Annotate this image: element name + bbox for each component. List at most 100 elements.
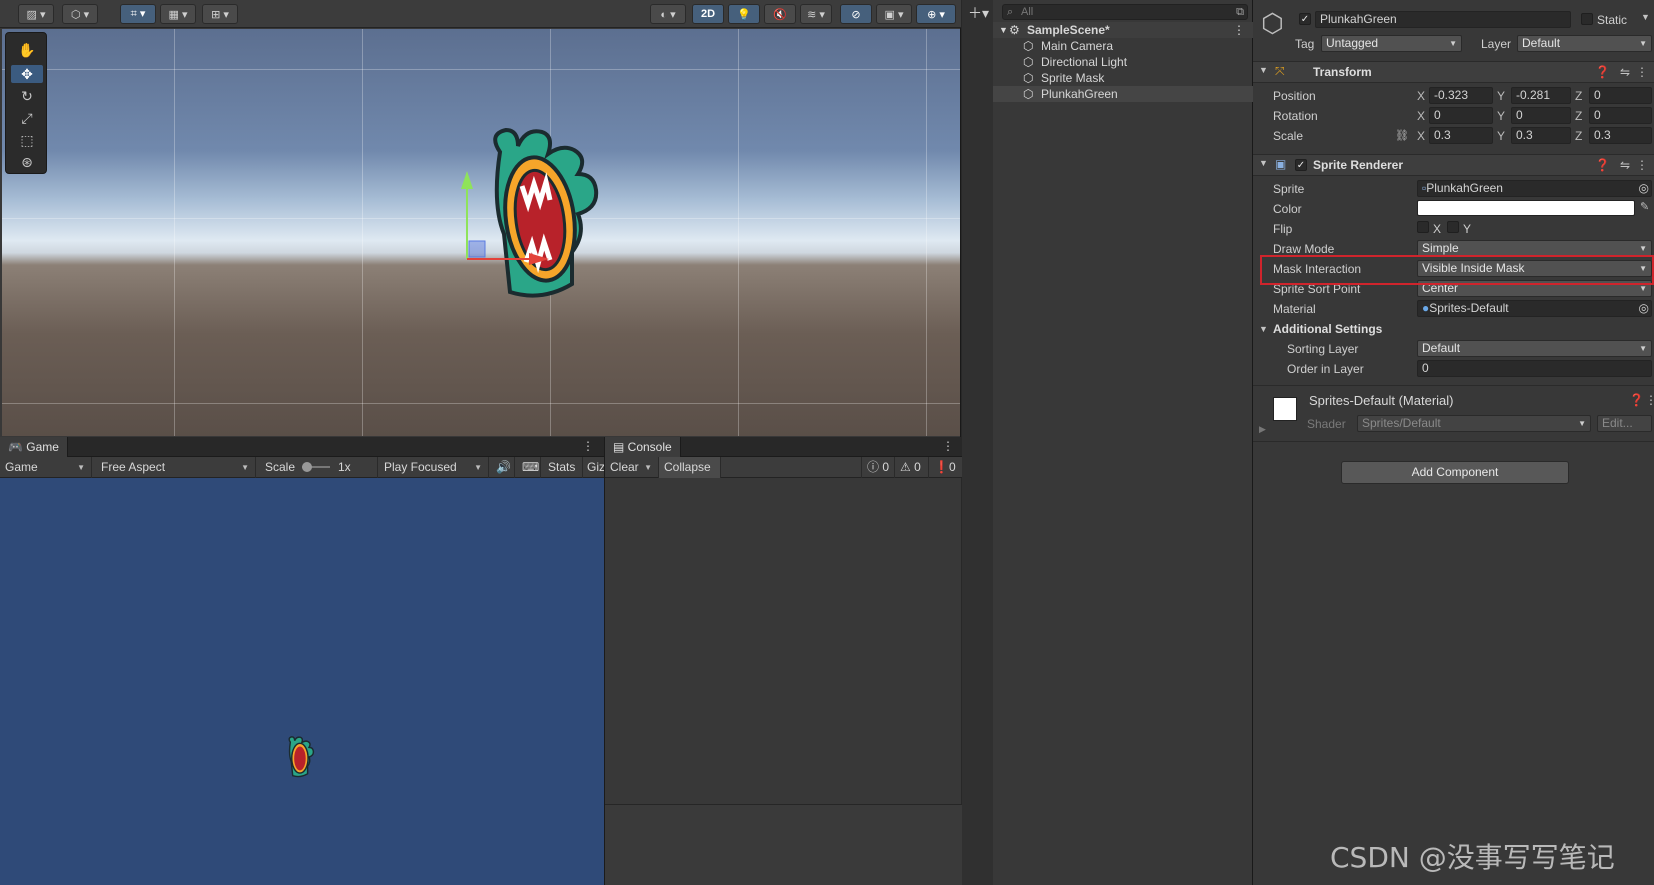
aspect-label: Free Aspect (101, 460, 166, 474)
edit-shader-button[interactable]: Edit... (1597, 415, 1652, 432)
effects-toggle-icon[interactable]: ≋ ▾ (800, 4, 832, 24)
panel-menu-icon[interactable]: ⋮ (582, 439, 594, 453)
camera-settings-icon[interactable]: ▣ ▾ (876, 4, 912, 24)
transform-tool-icon[interactable]: ⊛ (11, 153, 43, 171)
hierarchy-item-directional-light[interactable]: ⬡ Directional Light (993, 54, 1253, 70)
sprite-renderer-header[interactable]: ▼ ▣ ✓ Sprite Renderer ❓ ⇋ ⋮ (1253, 154, 1654, 176)
hand-tool-icon[interactable]: ✋ (11, 41, 43, 59)
console-detail-area (605, 804, 962, 885)
position-x-field[interactable]: -0.323 (1429, 87, 1493, 104)
foldout-arrow-icon[interactable]: ▼ (1259, 158, 1268, 168)
presets-icon[interactable]: ⇋ (1620, 158, 1630, 172)
scale-y-field[interactable]: 0.3 (1511, 127, 1571, 144)
material-object-field[interactable]: ●Sprites-Default ◎ (1417, 300, 1652, 317)
display-dropdown[interactable]: Game ▼ (0, 457, 92, 478)
rotate-tool-icon[interactable]: ↻ (11, 87, 43, 105)
collapse-button[interactable]: Collapse (659, 457, 721, 478)
lighting-toggle-icon[interactable]: 💡 (728, 4, 760, 24)
aspect-dropdown[interactable]: Free Aspect ▼ (96, 457, 256, 478)
component-menu-icon[interactable]: ⋮ (1636, 65, 1648, 79)
hierarchy-search-input[interactable]: ⌕ All ⧉ (1002, 4, 1248, 20)
audio-toggle-icon[interactable]: 🔇 (764, 4, 796, 24)
rotation-y-field[interactable]: 0 (1511, 107, 1571, 124)
constrain-proportions-icon[interactable]: ⛓ (1395, 129, 1409, 142)
warning-icon: ⚠ (900, 460, 915, 474)
expand-arrow-icon[interactable]: ▼ (999, 22, 1008, 38)
flip-x-checkbox[interactable] (1417, 221, 1429, 233)
foldout-arrow-icon[interactable]: ▼ (1259, 65, 1268, 75)
flip-y-checkbox[interactable] (1447, 221, 1459, 233)
object-picker-icon[interactable]: ◎ (1639, 301, 1649, 316)
mute-audio-icon[interactable]: 🔊 (491, 457, 515, 478)
rotation-z-field[interactable]: 0 (1589, 107, 1652, 124)
play-mode-dropdown[interactable]: Play Focused ▼ (379, 457, 489, 478)
hidden-objects-toggle-icon[interactable]: ⊘ (840, 4, 872, 24)
draw-mode-dropdown[interactable]: ▨ ▾ (18, 4, 54, 24)
component-menu-icon[interactable]: ⋮ (1645, 393, 1654, 407)
scene-canvas[interactable] (2, 29, 960, 436)
scale-z-field[interactable]: 0.3 (1589, 127, 1652, 144)
color-swatch[interactable] (1417, 200, 1635, 216)
scene-menu-icon[interactable]: ⋮ (1233, 22, 1245, 38)
mask-interaction-highlight (1260, 255, 1654, 285)
help-icon[interactable]: ❓ (1629, 393, 1644, 407)
layer-dropdown[interactable]: Default ▼ (1517, 35, 1652, 52)
clear-button[interactable]: Clear ▼ (605, 457, 659, 478)
component-menu-icon[interactable]: ⋮ (1636, 158, 1648, 172)
grid-visual-button[interactable]: ▦ ▾ (160, 4, 196, 24)
move-tool-icon[interactable]: ✥ (11, 65, 43, 83)
error-filter-button[interactable]: ❗0 (929, 457, 962, 478)
rotation-x-field[interactable]: 0 (1429, 107, 1493, 124)
shading-mode-dropdown[interactable]: ◐ ▾ (650, 4, 686, 24)
gizmo-object-dropdown[interactable]: ⬡ ▾ (62, 4, 98, 24)
sorting-layer-dropdown[interactable]: Default ▼ (1417, 340, 1652, 357)
warning-filter-button[interactable]: ⚠ 0 (895, 457, 929, 478)
sprite-renderer-enabled-checkbox[interactable]: ✓ (1295, 159, 1307, 171)
transform-header[interactable]: ▼ ⤧ Transform ❓ ⇋ ⋮ (1253, 61, 1654, 83)
log-filter-button[interactable]: ⓘ 0 (861, 457, 895, 478)
help-icon[interactable]: ❓ (1595, 65, 1610, 79)
tab-game[interactable]: 🎮 Game (0, 437, 68, 457)
gizmos-button[interactable]: Giz (582, 457, 605, 478)
material-preview-thumbnail (1273, 397, 1297, 421)
scale-thumb[interactable] (302, 462, 312, 472)
shader-dropdown[interactable]: Sprites/Default ▼ (1357, 415, 1591, 432)
gameobject-cube-icon: ⬡ (1261, 8, 1284, 38)
scale-slider[interactable]: Scale 1x (260, 457, 378, 478)
scale-tool-icon[interactable]: ⤢ (11, 109, 43, 127)
help-icon[interactable]: ❓ (1595, 158, 1610, 172)
keyboard-shortcuts-icon[interactable]: ⌨ (517, 457, 541, 478)
presets-icon[interactable]: ⇋ (1620, 65, 1630, 79)
object-picker-icon[interactable]: ◎ (1639, 181, 1649, 196)
grid-snap-button[interactable]: ⌗ ▾ (120, 4, 156, 24)
scene-row[interactable]: ▼ ⚙ SampleScene* ⋮ (993, 22, 1253, 38)
position-y-field[interactable]: -0.281 (1511, 87, 1571, 104)
lock-icon[interactable]: ⧉ (1236, 5, 1244, 19)
move-gizmo[interactable] (457, 169, 557, 289)
active-checkbox[interactable]: ✓ (1299, 13, 1311, 25)
static-checkbox[interactable] (1581, 13, 1593, 25)
eyedropper-icon[interactable]: ✎ (1640, 200, 1649, 213)
increment-snap-button[interactable]: ⊞ ▾ (202, 4, 238, 24)
rect-tool-icon[interactable]: ⬚ (11, 131, 43, 149)
tab-console[interactable]: ▤ Console (605, 437, 681, 457)
gizmos-toggle-icon[interactable]: ⊕ ▾ (916, 4, 956, 24)
sprite-object-field[interactable]: ▫PlunkahGreen ◎ (1417, 180, 1652, 197)
foldout-arrow-icon[interactable]: ▶ (1259, 424, 1266, 435)
order-in-layer-field[interactable]: 0 (1417, 360, 1652, 377)
position-z-field[interactable]: 0 (1589, 87, 1652, 104)
foldout-arrow-icon[interactable]: ▼ (1259, 324, 1268, 334)
scale-x-field[interactable]: 0.3 (1429, 127, 1493, 144)
object-name-field[interactable]: PlunkahGreen (1315, 11, 1571, 28)
hierarchy-item-sprite-mask[interactable]: ⬡ Sprite Mask (993, 70, 1253, 86)
add-component-button[interactable]: Add Component (1341, 461, 1569, 484)
hierarchy-item-main-camera[interactable]: ⬡ Main Camera (993, 38, 1253, 54)
stats-button[interactable]: Stats (543, 457, 583, 478)
2d-toggle-button[interactable]: 2D (692, 4, 724, 24)
additional-settings-foldout[interactable]: Additional Settings (1273, 322, 1382, 336)
panel-menu-icon[interactable]: ⋮ (942, 439, 954, 453)
tag-dropdown[interactable]: Untagged ▼ (1321, 35, 1462, 52)
static-dropdown-icon[interactable]: ▼ (1641, 12, 1650, 22)
hierarchy-item-plunkahgreen[interactable]: ⬡ PlunkahGreen (993, 86, 1253, 102)
add-object-icon[interactable]: ＋▾ (968, 3, 989, 23)
